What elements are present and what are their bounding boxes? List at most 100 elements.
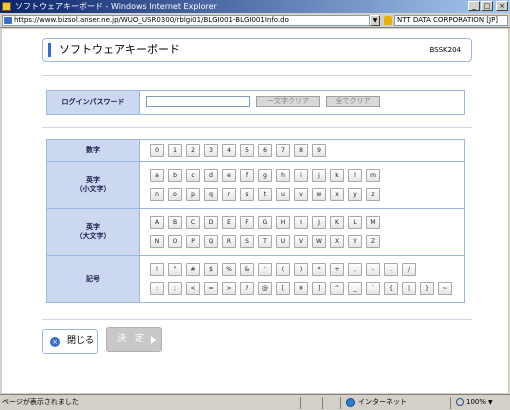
key-button[interactable]: 1 xyxy=(168,144,182,157)
key-button[interactable]: z xyxy=(366,188,380,201)
key-button[interactable]: p xyxy=(186,188,200,201)
confirm-button[interactable]: 決 定 xyxy=(106,327,162,352)
key-button[interactable]: C xyxy=(186,216,200,229)
key-button[interactable]: m xyxy=(366,169,380,182)
key-button[interactable]: ^ xyxy=(330,282,344,295)
key-button[interactable]: X xyxy=(330,235,344,248)
key-button[interactable]: N xyxy=(150,235,164,248)
key-button[interactable]: J xyxy=(312,216,326,229)
key-button[interactable]: 9 xyxy=(312,144,326,157)
key-button[interactable]: n xyxy=(150,188,164,201)
key-button[interactable]: [ xyxy=(276,282,290,295)
key-button[interactable]: d xyxy=(204,169,218,182)
key-button[interactable]: c xyxy=(186,169,200,182)
key-button[interactable]: W xyxy=(312,235,326,248)
key-button[interactable]: l xyxy=(348,169,362,182)
key-button[interactable]: . xyxy=(384,263,398,276)
key-button[interactable]: o xyxy=(168,188,182,201)
key-button[interactable]: 3 xyxy=(204,144,218,157)
key-button[interactable]: s xyxy=(240,188,254,201)
key-button[interactable]: $ xyxy=(204,263,218,276)
key-button[interactable]: ` xyxy=(366,282,380,295)
key-button[interactable]: H xyxy=(276,216,290,229)
lock-icon[interactable] xyxy=(384,16,392,25)
key-button[interactable]: K xyxy=(330,216,344,229)
key-button[interactable]: ! xyxy=(150,263,164,276)
key-button[interactable]: e xyxy=(222,169,236,182)
key-button[interactable]: 6 xyxy=(258,144,272,157)
key-button[interactable]: P xyxy=(186,235,200,248)
maximize-button[interactable]: □ xyxy=(481,1,493,11)
key-button[interactable]: E xyxy=(222,216,236,229)
key-button[interactable]: q xyxy=(204,188,218,201)
key-button[interactable]: j xyxy=(312,169,326,182)
key-button[interactable]: # xyxy=(186,263,200,276)
key-button[interactable]: 7 xyxy=(276,144,290,157)
key-button[interactable]: = xyxy=(204,282,218,295)
key-button[interactable]: _ xyxy=(348,282,362,295)
key-button[interactable]: ; xyxy=(168,282,182,295)
certificate-field[interactable]: NTT DATA CORPORATION [JP] xyxy=(394,15,508,26)
key-button[interactable]: h xyxy=(276,169,290,182)
key-button[interactable]: O xyxy=(168,235,182,248)
key-button[interactable]: Y xyxy=(348,235,362,248)
key-button[interactable]: > xyxy=(222,282,236,295)
key-button[interactable]: ? xyxy=(240,282,254,295)
key-button[interactable]: V xyxy=(294,235,308,248)
key-button[interactable]: ¥ xyxy=(294,282,308,295)
clear-all-button[interactable]: 全てクリア xyxy=(326,96,380,107)
close-window-button[interactable]: × xyxy=(496,1,508,11)
key-button[interactable]: 0 xyxy=(150,144,164,157)
key-button[interactable]: D xyxy=(204,216,218,229)
close-button[interactable]: × 閉じる xyxy=(42,329,98,354)
key-button[interactable]: & xyxy=(240,263,254,276)
key-button[interactable]: b xyxy=(168,169,182,182)
zoom-dropdown-icon[interactable]: ▼ xyxy=(488,398,493,407)
key-button[interactable]: 8 xyxy=(294,144,308,157)
key-button[interactable]: U xyxy=(276,235,290,248)
key-button[interactable]: y xyxy=(348,188,362,201)
key-button[interactable]: , xyxy=(348,263,362,276)
key-button[interactable]: 4 xyxy=(222,144,236,157)
key-button[interactable]: x xyxy=(330,188,344,201)
key-button[interactable]: a xyxy=(150,169,164,182)
key-button[interactable]: M xyxy=(366,216,380,229)
password-input[interactable] xyxy=(146,96,250,107)
key-button[interactable]: ] xyxy=(312,282,326,295)
key-button[interactable]: Z xyxy=(366,235,380,248)
key-button[interactable]: / xyxy=(402,263,416,276)
key-button[interactable]: k xyxy=(330,169,344,182)
key-button[interactable]: S xyxy=(240,235,254,248)
key-button[interactable]: " xyxy=(168,263,182,276)
key-button[interactable]: Q xyxy=(204,235,218,248)
key-button[interactable]: 2 xyxy=(186,144,200,157)
key-button[interactable]: L xyxy=(348,216,362,229)
key-button[interactable]: - xyxy=(366,263,380,276)
key-button[interactable]: r xyxy=(222,188,236,201)
key-button[interactable]: G xyxy=(258,216,272,229)
key-button[interactable]: B xyxy=(168,216,182,229)
minimize-button[interactable]: _ xyxy=(468,1,480,11)
key-button[interactable]: ~ xyxy=(438,282,452,295)
key-button[interactable]: ' xyxy=(258,263,272,276)
key-button[interactable]: g xyxy=(258,169,272,182)
key-button[interactable]: | xyxy=(402,282,416,295)
zoom-icon[interactable] xyxy=(456,398,464,406)
key-button[interactable]: T xyxy=(258,235,272,248)
key-button[interactable]: } xyxy=(420,282,434,295)
key-button[interactable]: 5 xyxy=(240,144,254,157)
key-button[interactable]: ( xyxy=(276,263,290,276)
key-button[interactable]: f xyxy=(240,169,254,182)
key-button[interactable]: : xyxy=(150,282,164,295)
zoom-level[interactable]: 100% xyxy=(466,398,486,407)
key-button[interactable]: t xyxy=(258,188,272,201)
key-button[interactable]: { xyxy=(384,282,398,295)
key-button[interactable]: R xyxy=(222,235,236,248)
key-button[interactable]: i xyxy=(294,169,308,182)
key-button[interactable]: + xyxy=(330,263,344,276)
key-button[interactable]: * xyxy=(312,263,326,276)
key-button[interactable]: w xyxy=(312,188,326,201)
key-button[interactable]: u xyxy=(276,188,290,201)
key-button[interactable]: I xyxy=(294,216,308,229)
key-button[interactable]: F xyxy=(240,216,254,229)
